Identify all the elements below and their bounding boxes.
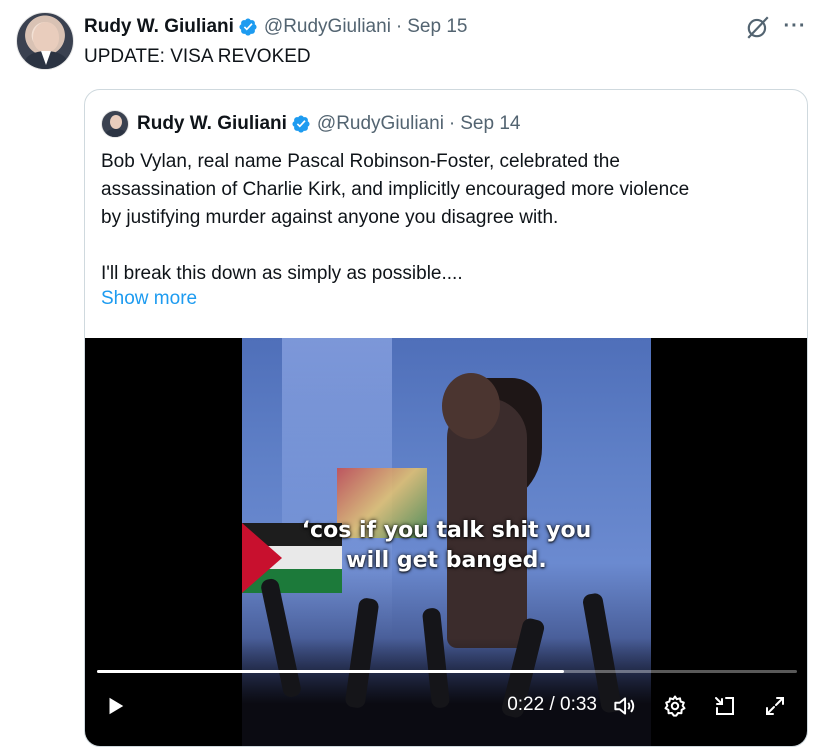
- pip-icon: [715, 697, 734, 715]
- quoted-tweet[interactable]: Rudy W. Giuliani @RudyGiuliani · Sep 14 …: [84, 89, 808, 747]
- video-time: 0:22 / 0:33: [507, 694, 597, 715]
- quote-header: Rudy W. Giuliani @RudyGiuliani · Sep 14: [101, 110, 520, 138]
- video-player[interactable]: ‘cos if you talk shit you will get bange…: [85, 338, 807, 746]
- author-avatar[interactable]: [16, 12, 74, 70]
- quote-date[interactable]: Sep 14: [460, 113, 520, 135]
- quote-text-line: I'll break this down as simply as possib…: [101, 263, 463, 284]
- quote-text-line: assassination of Charlie Kirk, and impli…: [101, 179, 690, 200]
- video-progress-bar[interactable]: [97, 670, 797, 673]
- quote-text-line: Bob Vylan, real name Pascal Robinson-Fos…: [101, 151, 620, 172]
- quote-author-handle[interactable]: @RudyGiuliani: [317, 113, 444, 135]
- play-button[interactable]: [99, 690, 131, 722]
- quote-text: Bob Vylan, real name Pascal Robinson-Fos…: [101, 148, 791, 288]
- tweet-header: Rudy W. Giuliani @RudyGiuliani · Sep 15: [84, 14, 467, 40]
- fullscreen-button[interactable]: [759, 690, 791, 722]
- show-more-link[interactable]: Show more: [101, 288, 197, 310]
- video-controls: 0:22 / 0:33: [85, 690, 807, 730]
- grok-icon[interactable]: [745, 14, 771, 40]
- author-handle[interactable]: @RudyGiuliani: [264, 16, 391, 38]
- volume-button[interactable]: [608, 690, 640, 722]
- author-name[interactable]: Rudy W. Giuliani: [84, 16, 234, 38]
- subtitle-line: ‘cos if you talk shit you: [301, 518, 592, 543]
- settings-button[interactable]: [659, 690, 691, 722]
- verified-badge-icon: [292, 115, 310, 133]
- separator-dot: ·: [448, 113, 456, 134]
- more-icon[interactable]: ···: [782, 13, 808, 39]
- settings-icon: [664, 695, 686, 717]
- video-progress-fill: [97, 670, 564, 673]
- fullscreen-icon: [766, 697, 784, 715]
- verified-badge-icon: [239, 18, 257, 36]
- separator-dot: ·: [395, 16, 403, 37]
- picture-in-picture-button[interactable]: [709, 690, 741, 722]
- quote-author-name[interactable]: Rudy W. Giuliani: [137, 113, 287, 135]
- subtitle-line: will get banged.: [346, 548, 547, 573]
- video-subtitle: ‘cos if you talk shit you will get bange…: [242, 516, 651, 576]
- quote-author-avatar[interactable]: [101, 110, 129, 138]
- tweet-text: UPDATE: VISA REVOKED: [84, 46, 311, 67]
- quote-text-line: by justifying murder against anyone you …: [101, 207, 559, 228]
- play-icon: [109, 697, 124, 715]
- volume-icon: [614, 697, 635, 715]
- tweet-date[interactable]: Sep 15: [407, 16, 467, 38]
- tweet[interactable]: Rudy W. Giuliani @RudyGiuliani · Sep 15 …: [0, 0, 822, 755]
